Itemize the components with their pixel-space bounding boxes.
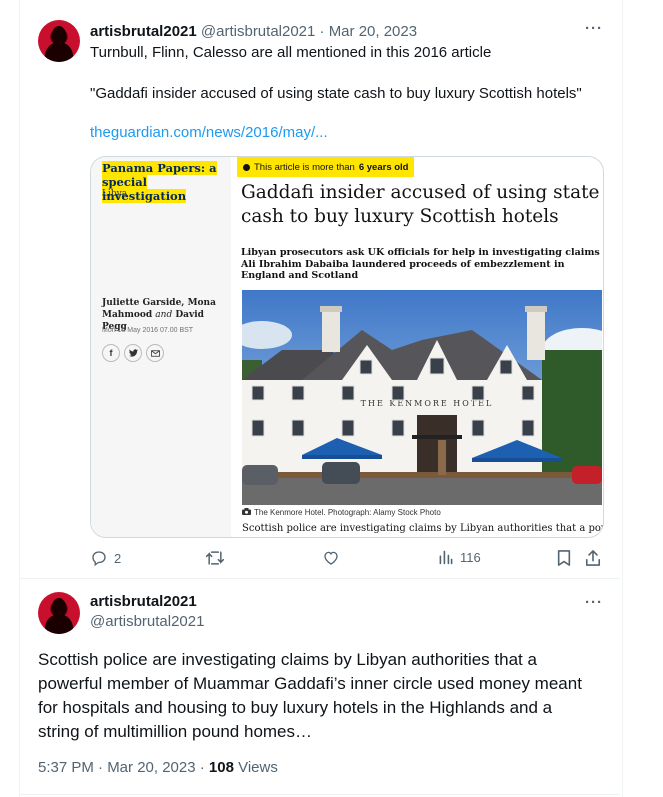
bookmark-icon — [557, 550, 571, 566]
like-button[interactable] — [322, 549, 340, 567]
share-buttons: f — [102, 344, 164, 362]
like-icon — [324, 551, 338, 565]
article-body-start: Scottish police are investigating claims… — [242, 523, 604, 534]
avatar[interactable] — [38, 20, 80, 62]
article-standfirst: Libyan prosecutors ask UK officials for … — [241, 247, 600, 281]
link-preview-card[interactable]: Panama Papers: a special investigation L… — [90, 156, 604, 538]
analytics-icon — [439, 550, 453, 565]
photo-caption: The Kenmore Hotel. Photograph: Alamy Sto… — [242, 508, 441, 517]
analytics-button[interactable]: 116 — [438, 549, 481, 565]
share-icon — [585, 550, 601, 566]
divider — [20, 794, 620, 795]
handle-date[interactable]: @artisbrutal2021 · Mar 20, 2023 — [201, 23, 417, 40]
article-age-badge: This article is more than 6 years old — [237, 157, 415, 177]
share-button[interactable] — [585, 549, 601, 567]
more-icon[interactable]: ··· — [585, 594, 603, 611]
camera-icon — [242, 508, 251, 517]
handle[interactable]: @artisbrutal2021 — [90, 613, 204, 630]
article-photo[interactable]: THE KENMORE HOTEL — [242, 290, 602, 505]
retweet-icon — [205, 551, 225, 565]
email-icon[interactable] — [146, 344, 164, 362]
article-headline[interactable]: Gaddafi insider accused of using state ca… — [241, 181, 601, 229]
display-name[interactable]: artisbrutal2021 — [90, 593, 197, 610]
clock-icon — [243, 163, 250, 171]
bookmark-button[interactable] — [556, 549, 572, 567]
article-link[interactable]: theguardian.com/news/2016/may/... — [90, 124, 328, 141]
retweet-button[interactable] — [205, 549, 225, 567]
tweet-timestamp[interactable]: 5:37 PM · Mar 20, 2023 · 108 Views — [38, 759, 278, 776]
tweet-body: Scottish police are investigating claims… — [38, 650, 582, 741]
reply-icon — [92, 551, 106, 567]
views-count: 116 — [460, 549, 481, 565]
display-name[interactable]: artisbrutal2021 — [90, 23, 197, 40]
more-icon[interactable]: ··· — [585, 20, 603, 37]
avatar[interactable] — [38, 592, 80, 634]
twitter-icon[interactable] — [124, 344, 142, 362]
dateline: Mon 16 May 2016 07.00 BST — [102, 327, 194, 334]
tweet-header: artisbrutal2021 @artisbrutal2021 · Mar 2… — [90, 23, 417, 40]
facebook-icon[interactable]: f — [102, 344, 120, 362]
divider — [20, 578, 620, 579]
section-label: Libya — [102, 189, 128, 199]
views-count: 108 — [208, 759, 234, 776]
tweet-text-quote: "Gaddafi insider accused of using state … — [90, 85, 582, 102]
reply-button[interactable]: 2 — [90, 549, 121, 567]
reply-count: 2 — [114, 550, 122, 566]
tweet-text-line: Turnbull, Flinn, Calesso are all mention… — [90, 44, 492, 61]
